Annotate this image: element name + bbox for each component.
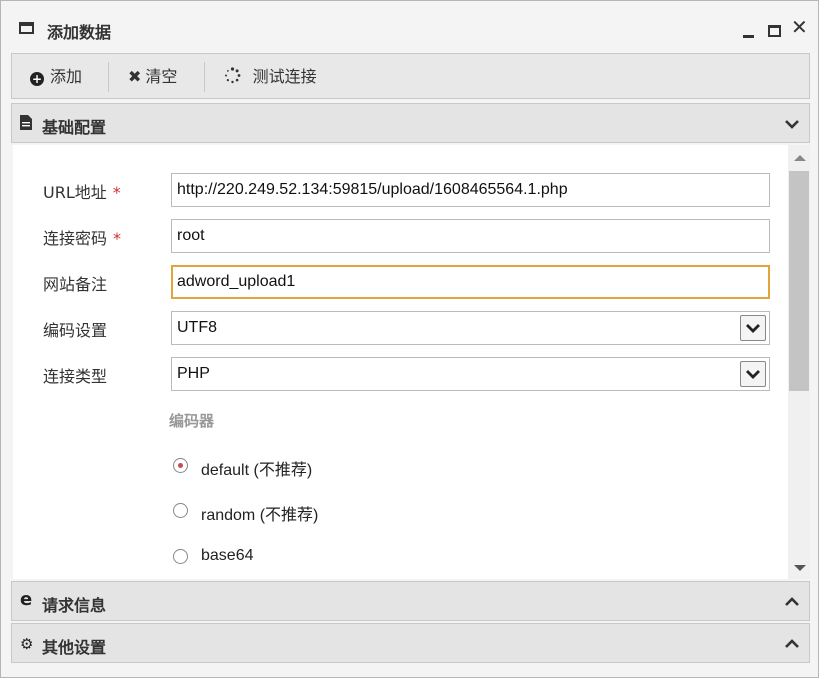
toolbar: + 添加 ✖ 清空 测试连接: [11, 53, 810, 99]
password-input[interactable]: root: [171, 219, 770, 253]
note-input[interactable]: adword_upload1: [171, 265, 770, 299]
window-icon: [19, 22, 34, 34]
chevron-down-icon[interactable]: [783, 115, 801, 133]
test-connection-label: 测试连接: [252, 67, 317, 86]
document-icon: [20, 115, 32, 134]
chevron-down-icon[interactable]: [740, 361, 766, 387]
edge-icon: e: [20, 589, 33, 610]
x-icon: ✖: [128, 67, 142, 86]
gears-icon: ⚙: [20, 635, 34, 653]
required-mark: *: [113, 229, 122, 248]
window-titlebar: 添加数据 ✕: [1, 1, 818, 51]
note-label: 网站备注: [43, 275, 108, 294]
clear-button-label: 清空: [145, 67, 178, 86]
section-other-title: 其他设置: [42, 638, 107, 657]
encoder-label-base64: base64: [201, 547, 254, 564]
encoder-label-default: default (不推荐): [201, 462, 313, 479]
panel-scrollbar[interactable]: [788, 145, 810, 579]
encoder-radio-default[interactable]: [173, 458, 188, 473]
spinner-icon: [224, 67, 249, 86]
window-title: 添加数据: [47, 23, 112, 42]
url-label: URL地址 *: [43, 183, 121, 202]
section-basic-title: 基础配置: [42, 118, 107, 137]
maximize-icon[interactable]: [768, 25, 781, 37]
password-label: 连接密码 *: [43, 229, 122, 248]
add-button[interactable]: + 添加: [30, 66, 82, 88]
encoding-label: 编码设置: [43, 321, 108, 340]
encoding-select[interactable]: UTF8: [171, 311, 770, 345]
connection-type-label: 连接类型: [43, 367, 108, 386]
test-connection-button[interactable]: 测试连接: [224, 66, 317, 88]
clear-button[interactable]: ✖ 清空: [128, 66, 177, 88]
encoding-select-value: UTF8: [177, 319, 217, 336]
section-other-header[interactable]: ⚙ 其他设置: [11, 623, 810, 663]
connection-type-value: PHP: [177, 365, 210, 382]
add-data-window: 添加数据 ✕ + 添加 ✖ 清空 测试连接 基础配置 URL地址 * http:…: [0, 0, 819, 678]
chevron-up-icon[interactable]: [783, 593, 801, 611]
encoder-radio-base64[interactable]: [173, 549, 188, 564]
scroll-up-icon[interactable]: [794, 155, 806, 161]
url-input[interactable]: http://220.249.52.134:59815/upload/16084…: [171, 173, 770, 207]
toolbar-divider: [204, 62, 205, 92]
scroll-down-icon[interactable]: [794, 565, 806, 571]
scrollbar-thumb[interactable]: [789, 171, 809, 391]
required-mark: *: [112, 183, 121, 202]
plus-circle-icon: +: [30, 72, 44, 86]
close-icon[interactable]: ✕: [791, 17, 808, 37]
encoder-radio-random[interactable]: [173, 503, 188, 518]
connection-type-select[interactable]: PHP: [171, 357, 770, 391]
chevron-up-icon[interactable]: [783, 635, 801, 653]
chevron-down-icon[interactable]: [740, 315, 766, 341]
minimize-icon[interactable]: [743, 35, 754, 38]
encoder-label-random: random (不推荐): [201, 507, 319, 524]
add-button-label: 添加: [50, 67, 83, 86]
basic-config-panel: URL地址 * http://220.249.52.134:59815/uploa…: [13, 145, 810, 579]
toolbar-divider: [108, 62, 109, 92]
section-basic-header[interactable]: 基础配置: [11, 103, 810, 143]
encoder-title: 编码器: [169, 412, 215, 430]
section-request-title: 请求信息: [42, 596, 107, 615]
section-request-header[interactable]: e 请求信息: [11, 581, 810, 621]
